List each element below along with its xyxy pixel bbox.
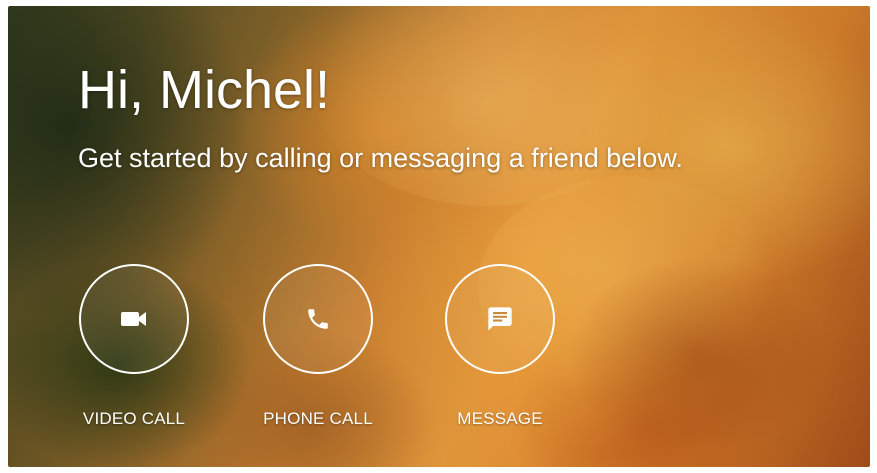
message-icon [488,307,512,331]
greeting-title: Hi, Michel! [78,60,331,120]
greeting-subtitle: Get started by calling or messaging a fr… [78,143,683,173]
phone-icon [308,309,328,329]
phone-call-circle[interactable] [263,264,373,374]
video-call-label: VIDEO CALL [82,409,186,428]
message-button[interactable]: MESSAGE [430,264,570,444]
message-label: MESSAGE [457,409,543,428]
phone-call-label: PHONE CALL [263,409,373,428]
video-call-button[interactable]: VIDEO CALL [64,264,204,444]
phone-call-button[interactable]: PHONE CALL [248,264,388,444]
welcome-panel: Hi, Michel! Get started by calling or me… [8,6,870,467]
videocam-icon [121,312,146,326]
video-call-circle[interactable] [79,264,189,374]
message-circle[interactable] [445,264,555,374]
